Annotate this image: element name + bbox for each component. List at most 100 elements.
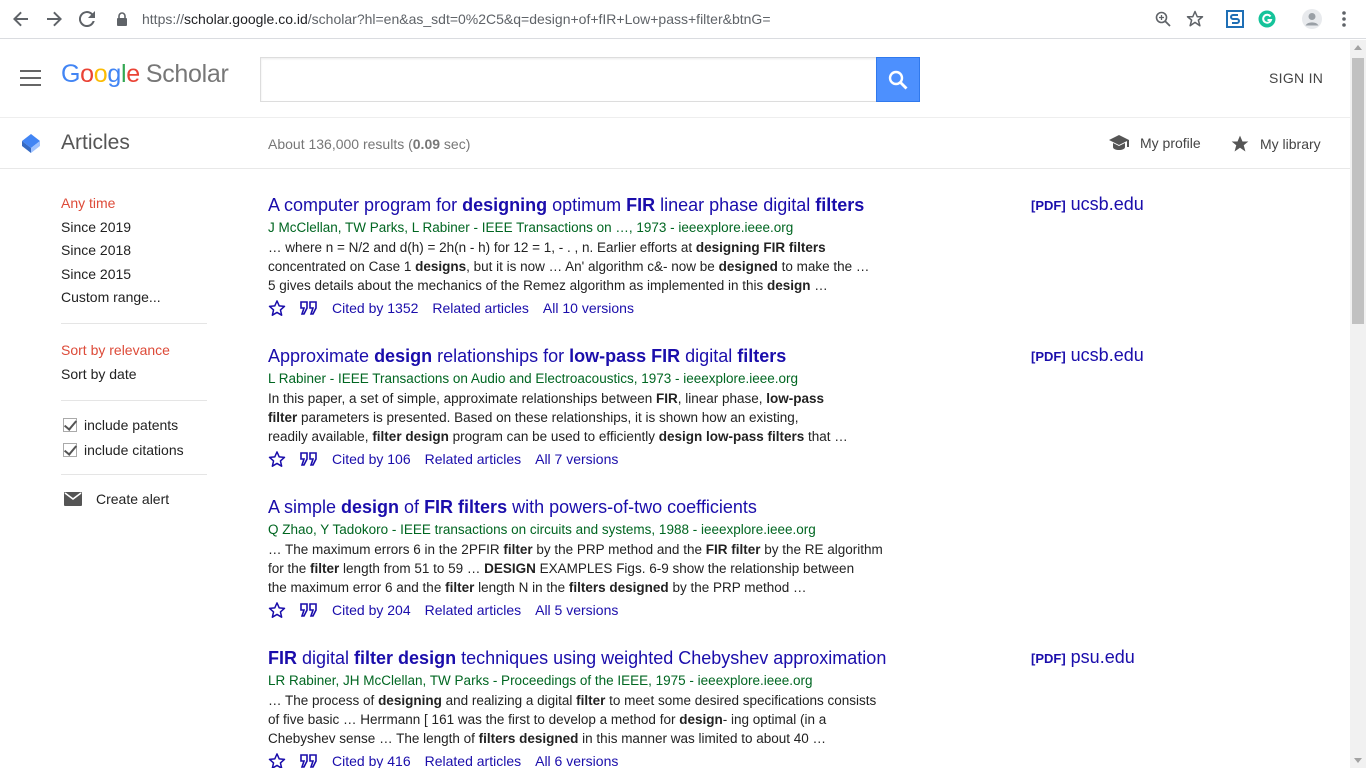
snippet-segment: filters designed: [568, 580, 669, 595]
filter-since-2019[interactable]: Since 2019: [61, 216, 207, 240]
snippet-segment: designing FIR filters: [695, 240, 826, 255]
back-icon[interactable]: [10, 8, 32, 30]
snippet-segment: designs: [415, 259, 467, 274]
result-title-segment: Approximate: [268, 346, 375, 366]
save-star-icon[interactable]: [268, 299, 286, 317]
snippet-segment: for the: [268, 561, 311, 576]
result-authors-source: Q Zhao, Y Tadokoro - IEEE transactions o…: [268, 522, 816, 537]
all-versions-link[interactable]: All 7 versions: [535, 446, 618, 472]
scroll-thumb[interactable]: [1352, 58, 1364, 324]
related-articles-link[interactable]: Related articles: [425, 446, 522, 472]
snippet-segment: … The process of: [268, 693, 379, 708]
cite-quote-icon[interactable]: [300, 603, 318, 617]
sort-by-date[interactable]: Sort by date: [61, 363, 207, 387]
related-articles-link[interactable]: Related articles: [425, 748, 522, 768]
result-item: A simple design of FIR filters with powe…: [268, 494, 1168, 645]
result-snippet: … The process of designing and realizing…: [268, 691, 928, 748]
snippet-segment: design low-pass filters: [658, 429, 805, 444]
filter-since-2018[interactable]: Since 2018: [61, 239, 207, 263]
all-versions-link[interactable]: All 6 versions: [535, 748, 618, 768]
filter-since-2015[interactable]: Since 2015: [61, 263, 207, 287]
results-count: About 136,000 results (0.09 sec): [268, 136, 471, 152]
cite-quote-icon[interactable]: [300, 754, 318, 768]
reload-icon[interactable]: [76, 8, 98, 30]
results-list: A computer program for designing optimum…: [268, 192, 1168, 768]
include-patents-checkbox[interactable]: include patents: [61, 413, 207, 438]
search-icon: [888, 70, 908, 89]
cite-quote-icon[interactable]: [300, 452, 318, 466]
snippet-segment: filter: [576, 693, 606, 708]
forward-icon[interactable]: [43, 8, 65, 30]
menu-kebab-icon[interactable]: [1334, 9, 1354, 29]
cite-quote-icon[interactable]: [300, 301, 318, 315]
cited-by-link[interactable]: Cited by 106: [332, 446, 411, 472]
save-star-icon[interactable]: [268, 450, 286, 468]
result-title-segment: designing: [462, 195, 548, 215]
my-library-link[interactable]: My library: [1230, 134, 1321, 154]
scholar-header: Google Scholar SIGN IN: [0, 40, 1350, 117]
results-subheader: Articles About 136,000 results (0.09 sec…: [0, 117, 1350, 169]
include-citations-checkbox[interactable]: include citations: [61, 438, 207, 463]
pdf-link[interactable]: [PDF] psu.edu: [1031, 647, 1135, 668]
result-title-segment: of: [399, 497, 425, 517]
pdf-source: psu.edu: [1070, 647, 1135, 667]
result-item: Approximate design relationships for low…: [268, 343, 1168, 494]
result-item: A computer program for designing optimum…: [268, 192, 1168, 343]
search-button[interactable]: [876, 57, 920, 102]
result-title-segment: A simple: [268, 497, 342, 517]
sidebar-divider: [61, 474, 207, 476]
extension-s-icon[interactable]: [1225, 9, 1245, 29]
cited-by-link[interactable]: Cited by 204: [332, 597, 411, 623]
result-title-segment: filters: [737, 346, 787, 366]
snippet-segment: program can be used to efficiently: [448, 429, 659, 444]
zoom-icon[interactable]: [1153, 9, 1173, 29]
result-title-segment: design: [341, 497, 400, 517]
result-authors-source: J McClellan, TW Parks, L Rabiner - IEEE …: [268, 220, 794, 235]
related-articles-link[interactable]: Related articles: [432, 295, 529, 321]
result-title-segment: relationships for: [432, 346, 570, 366]
filter-any-time[interactable]: Any time: [61, 192, 207, 216]
all-versions-link[interactable]: All 5 versions: [535, 597, 618, 623]
page-scrollbar[interactable]: [1350, 40, 1366, 768]
scroll-down-arrow[interactable]: [1354, 758, 1362, 763]
grammarly-icon[interactable]: [1257, 9, 1277, 29]
related-articles-link[interactable]: Related articles: [425, 597, 522, 623]
cited-by-link[interactable]: Cited by 1352: [332, 295, 418, 321]
result-authors-source: LR Rabiner, JH McClellan, TW Parks - Pro…: [268, 673, 813, 688]
result-title-segment: FIR: [268, 648, 297, 668]
snippet-segment: design: [679, 712, 723, 727]
my-profile-link[interactable]: My profile: [1108, 134, 1201, 152]
scroll-up-arrow[interactable]: [1354, 45, 1362, 50]
save-star-icon[interactable]: [268, 752, 286, 768]
snippet-segment: DESIGN: [484, 561, 536, 576]
snippet-segment: in this manner was limited to about 40 …: [578, 731, 827, 746]
search-input[interactable]: [260, 57, 877, 102]
filter-custom-range[interactable]: Custom range...: [61, 286, 207, 310]
checkbox-checked-icon[interactable]: [63, 442, 77, 457]
snippet-segment: to make the …: [777, 259, 870, 274]
hamburger-menu-icon[interactable]: [20, 70, 41, 86]
snippet-segment: - ing optimal (in a: [722, 712, 827, 727]
sort-by-relevance[interactable]: Sort by relevance: [61, 339, 207, 363]
bookmark-star-icon[interactable]: [1185, 9, 1205, 29]
snippet-segment: designing: [378, 693, 442, 708]
pdf-link[interactable]: [PDF] ucsb.edu: [1031, 194, 1144, 215]
cited-by-link[interactable]: Cited by 416: [332, 748, 411, 768]
pdf-link[interactable]: [PDF] ucsb.edu: [1031, 345, 1144, 366]
my-library-label: My library: [1260, 136, 1321, 152]
star-icon: [1231, 135, 1249, 152]
snippet-segment: by the PRP method and the: [532, 542, 706, 557]
checkbox-checked-icon[interactable]: [63, 418, 77, 433]
all-versions-link[interactable]: All 10 versions: [543, 295, 634, 321]
profile-avatar-icon[interactable]: [1302, 9, 1322, 29]
result-title-link[interactable]: A simple design of FIR filters with powe…: [268, 494, 1168, 520]
result-title-segment: filter design: [354, 648, 457, 668]
address-bar[interactable]: https://scholar.google.co.id/scholar?hl=…: [108, 5, 1218, 33]
result-snippet: In this paper, a set of simple, approxim…: [268, 389, 928, 446]
create-alert-link[interactable]: Create alert: [61, 487, 207, 511]
snippet-segment: to meet some desired specifications cons…: [605, 693, 877, 708]
save-star-icon[interactable]: [268, 601, 286, 619]
sign-in-button[interactable]: SIGN IN: [1269, 70, 1323, 86]
result-title-segment: linear phase digital: [655, 195, 816, 215]
google-scholar-logo[interactable]: Google Scholar: [61, 60, 229, 89]
